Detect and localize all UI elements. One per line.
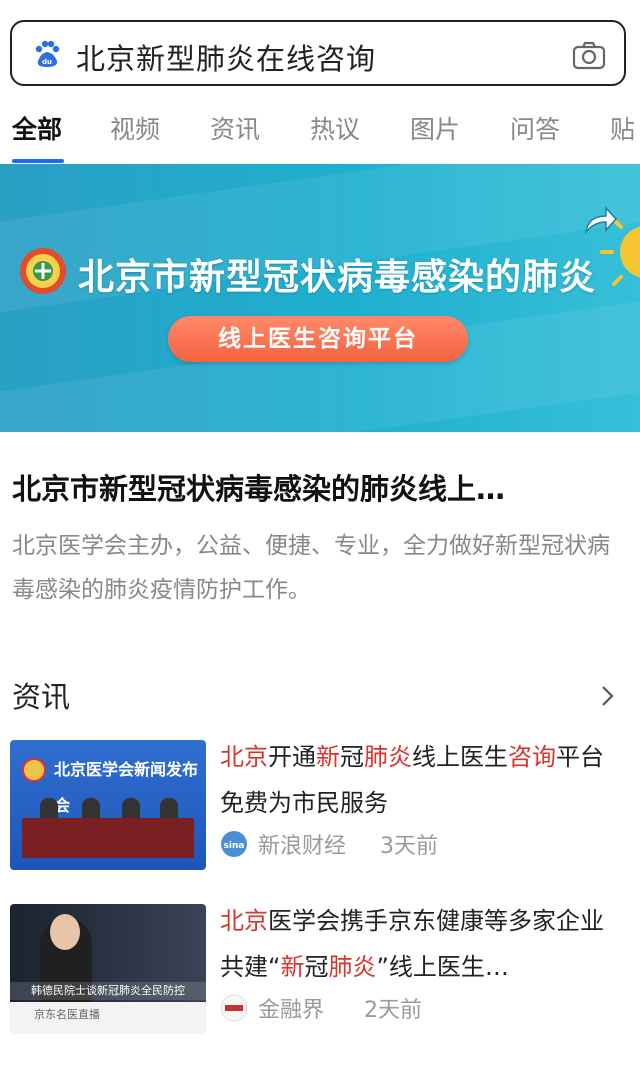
news-time: 3天前 xyxy=(380,834,438,859)
news-section-title: 资讯 xyxy=(12,680,71,714)
thumbnail-footer: 京东名医直播 xyxy=(34,1008,100,1021)
sina-icon: sina xyxy=(221,831,247,857)
title-text: ”线上医生… xyxy=(376,953,509,981)
highlighted-keyword: 咨询 xyxy=(508,743,556,771)
tab-bar: 全部 视频 资讯 热议 图片 问答 贴 xyxy=(0,104,640,163)
news-item[interactable]: 北京医学会新闻发布会 北京开通新冠肺炎线上医生咨询平台 免费为市民服务 sina… xyxy=(10,740,630,872)
tab-discussion[interactable]: 热议 xyxy=(310,110,360,146)
baidu-paw-icon: du xyxy=(35,40,60,67)
camera-icon[interactable] xyxy=(572,40,606,70)
medical-association-emblem-icon xyxy=(20,248,66,294)
news-time: 2天前 xyxy=(364,998,422,1023)
title-text: 冠 xyxy=(304,953,329,981)
result-description: 北京医学会主办，公益、便捷、专业，全力做好新型冠状病毒感染的肺炎疫情防护工作。 xyxy=(12,533,610,603)
news-title[interactable]: 北京医学会携手京东健康等多家企业 共建“新冠肺炎”线上医生… xyxy=(220,898,628,990)
highlighted-keyword: 肺炎 xyxy=(364,743,412,771)
highlighted-keyword: 肺炎 xyxy=(328,953,377,981)
tab-tieba[interactable]: 贴 xyxy=(610,110,635,146)
title-text: 开通 xyxy=(268,743,316,771)
title-text: 线上医生 xyxy=(412,743,508,771)
news-title[interactable]: 北京开通新冠肺炎线上医生咨询平台 免费为市民服务 xyxy=(220,734,628,826)
consult-platform-button[interactable]: 线上医生咨询平台 xyxy=(168,316,468,362)
news-thumbnail: 韩德民院士谈新冠肺炎全民防控 京东名医直播 xyxy=(10,904,206,1034)
banner-headline: 北京市新型冠状病毒感染的肺炎 xyxy=(78,257,597,298)
tab-qa[interactable]: 问答 xyxy=(510,110,560,146)
svg-text:sina: sina xyxy=(224,841,245,851)
tab-news[interactable]: 资讯 xyxy=(210,110,260,146)
thumbnail-caption: 北京医学会新闻发布会 xyxy=(54,760,199,815)
search-bar[interactable]: du 北京新型肺炎在线咨询 xyxy=(10,20,626,86)
news-source: 金融界 xyxy=(258,998,325,1023)
svg-text:du: du xyxy=(42,58,52,66)
highlighted-keyword: 北京 xyxy=(220,907,268,935)
highlighted-keyword: 新 xyxy=(280,953,305,981)
thumbnail-caption: 韩德民院士谈新冠肺炎全民防控 xyxy=(10,982,206,1000)
title-text: 冠 xyxy=(340,743,364,771)
news-source: 新浪财经 xyxy=(258,834,347,859)
tab-all[interactable]: 全部 xyxy=(12,110,62,146)
search-input[interactable]: 北京新型肺炎在线咨询 xyxy=(76,36,376,78)
chevron-right-icon[interactable] xyxy=(600,684,616,708)
news-thumbnail: 北京医学会新闻发布会 xyxy=(10,740,206,870)
banner-ad[interactable]: 北京市新型冠状病毒感染的肺炎 线上医生咨询平台 xyxy=(0,164,640,432)
tab-images[interactable]: 图片 xyxy=(410,110,460,146)
active-tab-indicator xyxy=(12,159,64,163)
share-icon[interactable] xyxy=(580,200,620,240)
result-title[interactable]: 北京市新型冠状病毒感染的肺炎线上… xyxy=(12,466,628,508)
highlighted-keyword: 新 xyxy=(316,743,340,771)
highlighted-keyword: 北京 xyxy=(220,743,268,771)
jrj-icon xyxy=(220,994,248,1022)
tab-video[interactable]: 视频 xyxy=(110,110,160,146)
news-item[interactable]: 韩德民院士谈新冠肺炎全民防控 京东名医直播 北京医学会携手京东健康等多家企业 共… xyxy=(10,904,630,1036)
